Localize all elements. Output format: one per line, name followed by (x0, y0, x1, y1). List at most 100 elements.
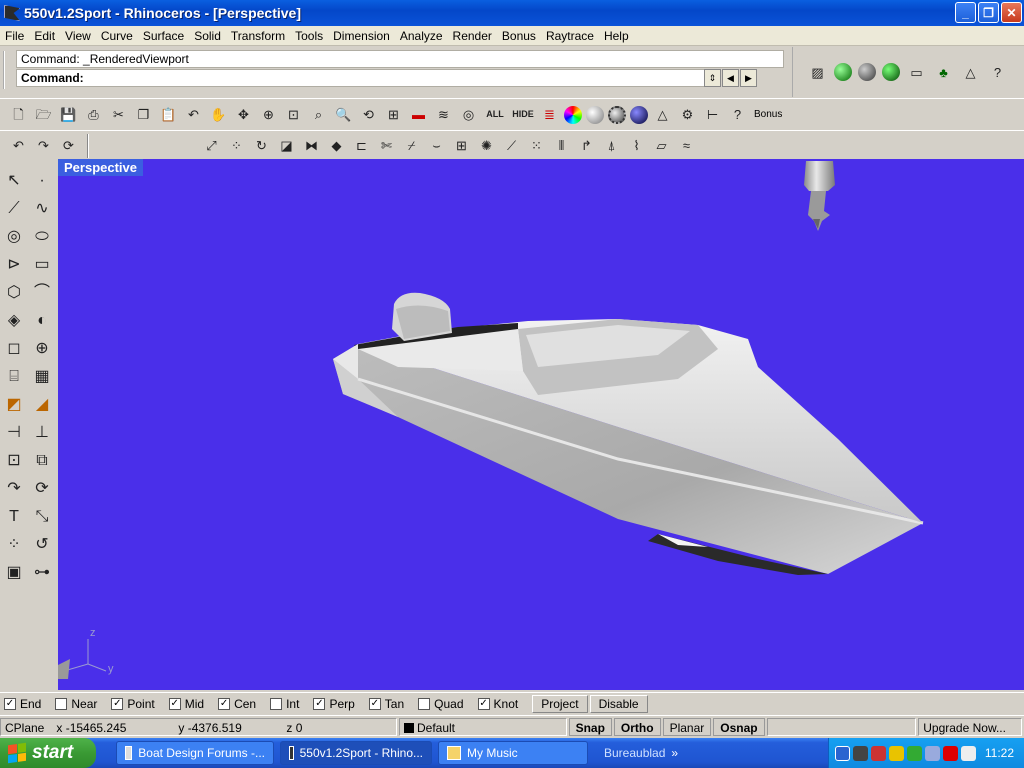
rectangle-icon[interactable]: ▭ (29, 252, 55, 278)
offset-icon[interactable]: ⫴ (551, 135, 572, 156)
save-icon[interactable]: 💾 (58, 104, 79, 125)
point-grid-icon[interactable]: ⁙ (526, 135, 547, 156)
menu-analyze[interactable]: Analyze (395, 29, 448, 43)
maximize-button[interactable]: ❐ (978, 2, 999, 23)
scroll-left-icon[interactable]: ◀ (722, 69, 739, 87)
print-icon[interactable]: ⎙ (83, 104, 104, 125)
minimize-button[interactable]: _ (955, 2, 976, 23)
rotate-icon[interactable]: ↻ (251, 135, 272, 156)
osnap-tan[interactable]: ✓ Tan (368, 697, 404, 711)
perspective-viewport[interactable]: Perspective z y (58, 159, 1024, 690)
menu-render[interactable]: Render (448, 29, 497, 43)
circle-icon[interactable]: ◎ (1, 224, 27, 250)
color-wheel-icon[interactable] (564, 105, 582, 124)
current-layer[interactable]: Default (398, 717, 567, 736)
checkbox-checked-icon[interactable]: ✓ (111, 697, 124, 710)
close-button[interactable]: ✕ (1001, 2, 1022, 23)
outboard-engine[interactable] (804, 161, 835, 231)
light-icon[interactable]: △ (652, 104, 673, 125)
text-icon[interactable]: T (1, 504, 27, 530)
polar-array-icon[interactable]: ✺ (476, 135, 497, 156)
osnap-quad[interactable]: Quad (418, 697, 464, 711)
zoom-extents-icon[interactable]: ⌕ (308, 104, 329, 125)
tree-icon[interactable]: ♣ (933, 62, 954, 83)
checkbox-checked-icon[interactable]: ✓ (4, 697, 16, 710)
redo-icon[interactable]: ↷ (33, 135, 54, 156)
planar-toggle[interactable]: Planar (662, 717, 712, 736)
trim-icon[interactable]: ✄ (376, 135, 397, 156)
wave-icon[interactable]: ≈ (676, 135, 697, 156)
osnap-toggle[interactable]: Osnap (713, 717, 765, 736)
checkbox-checked-icon[interactable]: ✓ (477, 697, 490, 710)
title-bar[interactable]: 550v1.2Sport - Rhinoceros - [Perspective… (0, 0, 1024, 26)
menu-raytrace[interactable]: Raytrace (541, 29, 599, 43)
menu-curve[interactable]: Curve (96, 29, 138, 43)
rotate-tool-icon[interactable]: ↺ (29, 532, 55, 558)
curve-tools-icon[interactable]: ⌒ (29, 280, 55, 306)
environment-icon[interactable]: ▭ (906, 62, 927, 83)
tray-expand-icon[interactable] (835, 745, 850, 761)
desktop-toolbar-label[interactable]: Bureaublad (604, 746, 665, 760)
tray-lifebuoy-icon[interactable] (961, 745, 976, 761)
points-on-icon[interactable]: ⁘ (226, 135, 247, 156)
box-icon[interactable]: ◻ (1, 336, 27, 362)
boat-hull[interactable] (333, 292, 924, 575)
osnap-near[interactable]: Near (55, 697, 97, 711)
ruler-icon[interactable]: ⊶ (29, 560, 55, 586)
viewport-layout-icon[interactable]: ⊞ (383, 104, 404, 125)
menu-dimension[interactable]: Dimension (328, 29, 395, 43)
rotate-view-icon[interactable]: ✥ (233, 104, 254, 125)
menu-transform[interactable]: Transform (226, 29, 290, 43)
scroll-updown-icon[interactable]: ⇕ (704, 69, 721, 87)
undo-icon[interactable]: ↶ (8, 135, 29, 156)
command-input[interactable]: Command: (16, 69, 706, 87)
extend-icon[interactable]: ↱ (576, 135, 597, 156)
block-icon[interactable]: ⧉ (29, 448, 55, 474)
menu-tools[interactable]: Tools (290, 29, 328, 43)
point-icon[interactable]: · (29, 168, 55, 194)
menu-surface[interactable]: Surface (138, 29, 189, 43)
chevron-right-icon[interactable]: » (671, 746, 678, 760)
project-icon[interactable]: ⍋ (601, 135, 622, 156)
material-sphere-icon[interactable] (858, 63, 876, 81)
checkbox-checked-icon[interactable]: ✓ (218, 697, 231, 710)
command-history[interactable]: Command: _RenderedViewport (16, 50, 784, 68)
osnap-point[interactable]: ✓ Point (111, 697, 155, 711)
mesh-icon[interactable]: ▦ (29, 364, 55, 390)
array-icon[interactable]: ⊞ (451, 135, 472, 156)
cylinder-icon[interactable]: ⌸ (1, 364, 27, 390)
scroll-right-icon[interactable]: ▶ (740, 69, 757, 87)
rendered-sphere-icon[interactable] (608, 105, 626, 124)
flatten-icon[interactable]: ▱ (651, 135, 672, 156)
split-icon[interactable]: ⌿ (401, 135, 422, 156)
align-icon[interactable]: ⊏ (351, 135, 372, 156)
menu-file[interactable]: File (0, 29, 29, 43)
select-arrow-icon[interactable]: ↖ (1, 168, 27, 194)
undo-icon[interactable]: ↶ (183, 104, 204, 125)
move-icon[interactable]: ⊣ (1, 420, 27, 446)
task-rhinoceros[interactable]: 550v1.2Sport - Rhino... (280, 741, 432, 765)
explode-icon[interactable]: ⤢ (201, 135, 222, 156)
revolve-icon[interactable]: ⟳ (29, 476, 55, 502)
new-file-icon[interactable]: 🗋 (8, 104, 29, 125)
boolean-icon[interactable]: ⊕ (29, 336, 55, 362)
osnap-int[interactable]: Int (270, 697, 299, 711)
menu-edit[interactable]: Edit (29, 29, 60, 43)
array-tool-icon[interactable]: ⁘ (1, 532, 27, 558)
tray-security-icon[interactable] (889, 745, 904, 761)
project-button[interactable]: Project (532, 694, 588, 713)
solid-tools-icon[interactable]: ◩ (1, 392, 27, 418)
hide-button[interactable]: HIDE (511, 104, 535, 125)
clock[interactable]: 11:22 (985, 746, 1014, 760)
menu-help[interactable]: Help (599, 29, 634, 43)
arc-icon[interactable]: ⊳ (1, 252, 27, 278)
copy-icon[interactable]: ❐ (133, 104, 154, 125)
tray-flag-icon[interactable] (943, 745, 958, 761)
viewport-icon[interactable]: ▣ (1, 560, 27, 586)
show-all-button[interactable]: ALL (483, 104, 507, 125)
osnap-end[interactable]: ✓ End (4, 697, 41, 711)
checkbox-unchecked-icon[interactable] (55, 697, 68, 710)
car-render-icon[interactable]: ▬ (408, 104, 429, 125)
help-icon[interactable]: ? (727, 104, 748, 125)
checkbox-unchecked-icon[interactable] (418, 697, 431, 710)
